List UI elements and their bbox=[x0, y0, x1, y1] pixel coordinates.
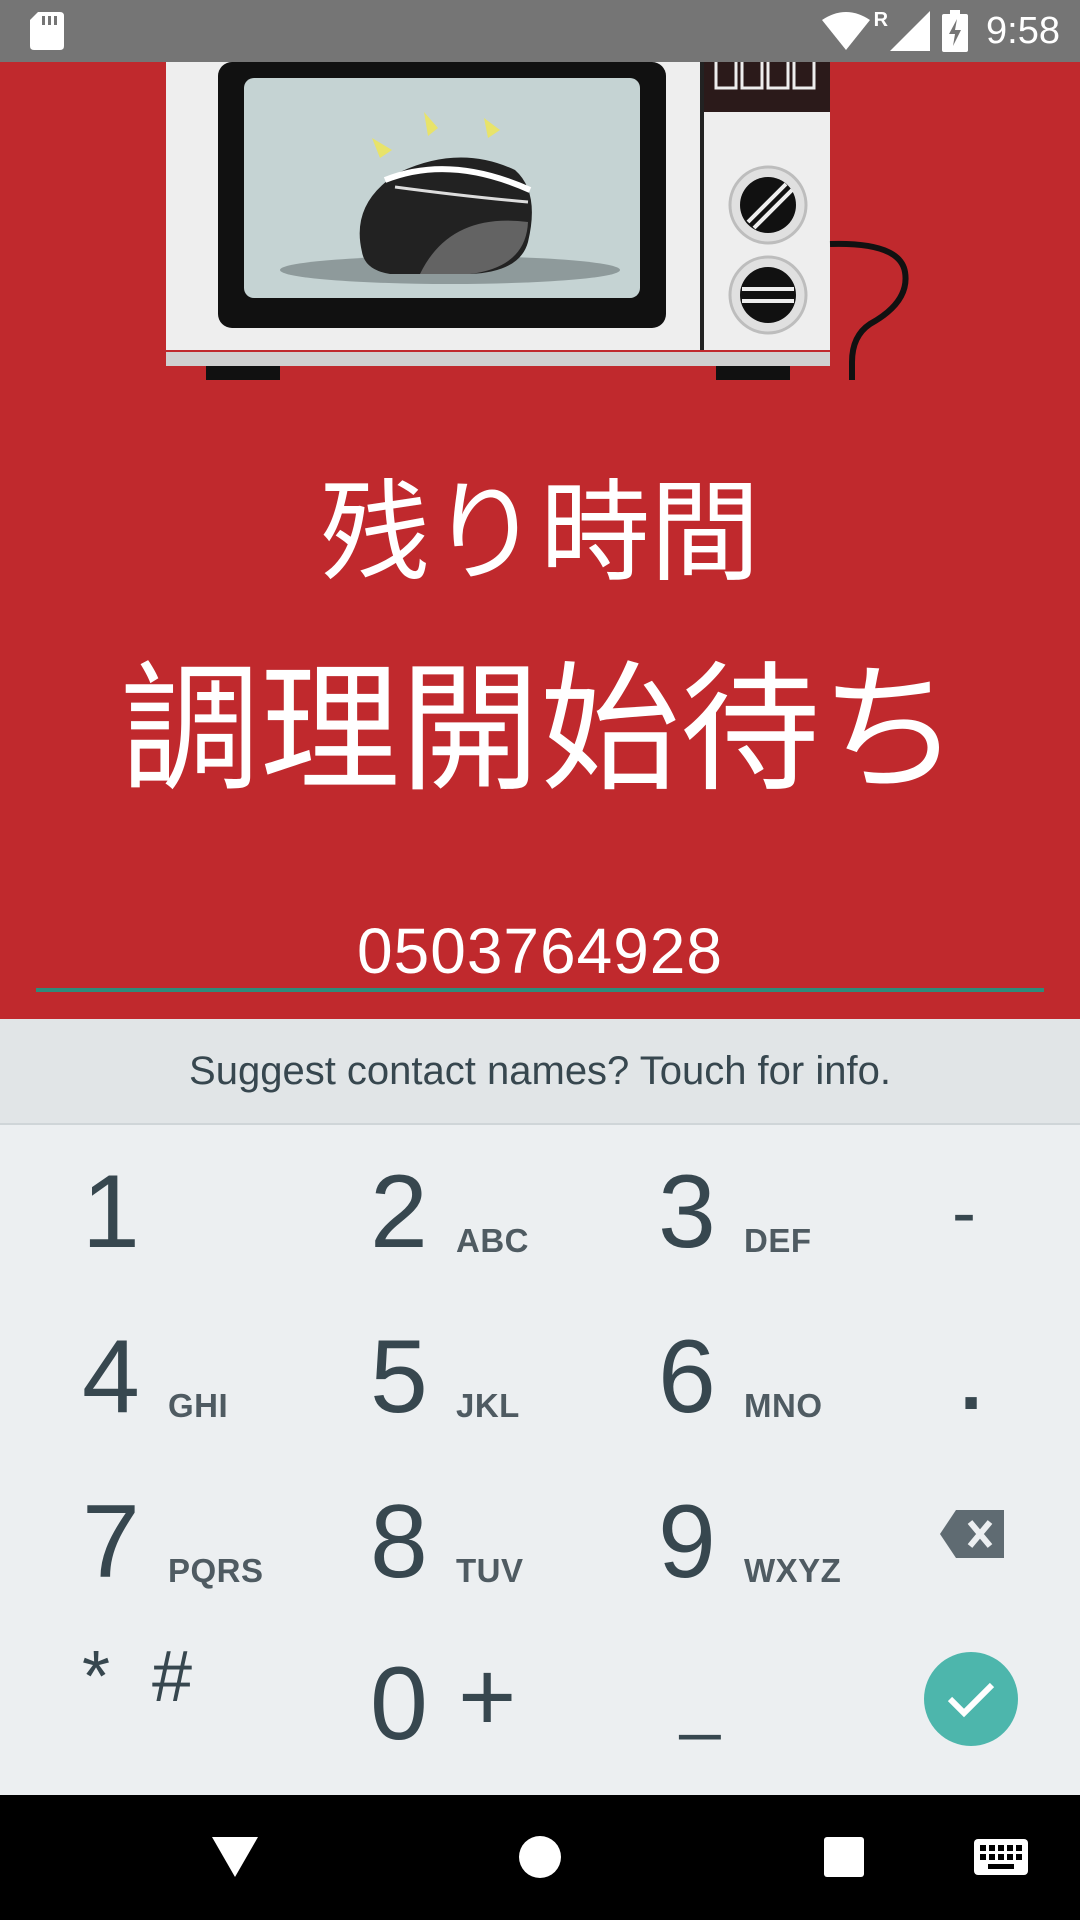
key-hash[interactable]: # bbox=[152, 1636, 192, 1718]
key-dash[interactable]: - bbox=[952, 1172, 976, 1254]
key-digit: 0 bbox=[370, 1646, 428, 1762]
suggest-contacts-bar[interactable]: Suggest contact names? Touch for info. bbox=[0, 1019, 1080, 1125]
phone-number-value: 0503764928 bbox=[357, 915, 723, 987]
key-2[interactable]: 2 ABC bbox=[370, 1160, 570, 1320]
key-1[interactable]: 1 bbox=[82, 1160, 282, 1320]
backspace-icon[interactable] bbox=[940, 1510, 1004, 1558]
navigation-bar bbox=[0, 1795, 1080, 1920]
microwave-icon bbox=[166, 62, 909, 380]
key-plus[interactable]: + bbox=[458, 1640, 516, 1755]
sd-card-icon bbox=[30, 12, 64, 50]
key-digit: 8 bbox=[370, 1484, 428, 1600]
key-digit: 1 bbox=[82, 1154, 140, 1270]
phone-number-field[interactable]: 0503764928 bbox=[36, 906, 1044, 992]
key-0[interactable]: 0 bbox=[370, 1652, 470, 1812]
roaming-indicator-icon: R bbox=[873, 8, 889, 31]
key-digit: 2 bbox=[370, 1154, 428, 1270]
key-5[interactable]: 5 JKL bbox=[370, 1325, 570, 1485]
checkmark-icon bbox=[947, 1682, 995, 1718]
battery-charging-icon bbox=[942, 10, 969, 52]
key-letters: DEF bbox=[744, 1222, 812, 1259]
wifi-icon bbox=[821, 12, 870, 50]
key-letters: MNO bbox=[744, 1387, 823, 1424]
key-space[interactable]: _ bbox=[680, 1660, 720, 1742]
cooking-status-text: 調理開始待ち bbox=[119, 649, 960, 812]
keyboard-switch-icon[interactable] bbox=[974, 1839, 1028, 1875]
key-digit: 3 bbox=[658, 1154, 716, 1270]
key-8[interactable]: 8 TUV bbox=[370, 1490, 570, 1650]
key-6[interactable]: 6 MNO bbox=[658, 1325, 858, 1485]
key-letters: ABC bbox=[456, 1222, 529, 1259]
key-digit: 5 bbox=[370, 1319, 428, 1435]
remaining-time-label: 残り時間 bbox=[320, 469, 760, 597]
home-icon[interactable] bbox=[518, 1835, 562, 1879]
done-button[interactable] bbox=[924, 1652, 1018, 1746]
key-letters: GHI bbox=[168, 1387, 229, 1424]
key-digit: 9 bbox=[658, 1484, 716, 1600]
key-digit: 4 bbox=[82, 1319, 140, 1435]
key-period[interactable]: . bbox=[960, 1336, 982, 1428]
key-9[interactable]: 9 WXYZ bbox=[658, 1490, 878, 1650]
key-7[interactable]: 7 PQRS bbox=[82, 1490, 302, 1650]
key-letters: PQRS bbox=[168, 1552, 264, 1589]
suggest-contacts-text: Suggest contact names? Touch for info. bbox=[189, 1048, 891, 1093]
cell-signal-icon bbox=[890, 11, 931, 51]
app-content: 残り時間 調理開始待ち 0503764928 bbox=[0, 62, 1080, 1019]
key-4[interactable]: 4 GHI bbox=[82, 1325, 282, 1485]
key-letters: WXYZ bbox=[744, 1552, 842, 1589]
back-icon[interactable] bbox=[212, 1837, 258, 1877]
recents-icon[interactable] bbox=[824, 1837, 864, 1877]
key-letters: TUV bbox=[456, 1552, 524, 1589]
key-star[interactable]: * bbox=[82, 1636, 110, 1718]
key-letters: JKL bbox=[456, 1387, 520, 1424]
key-digit: 7 bbox=[82, 1484, 140, 1600]
status-time: 9:58 bbox=[986, 9, 1060, 52]
key-digit: 6 bbox=[658, 1319, 716, 1435]
status-bar: R 9:58 bbox=[0, 0, 1080, 62]
key-3[interactable]: 3 DEF bbox=[658, 1160, 858, 1320]
